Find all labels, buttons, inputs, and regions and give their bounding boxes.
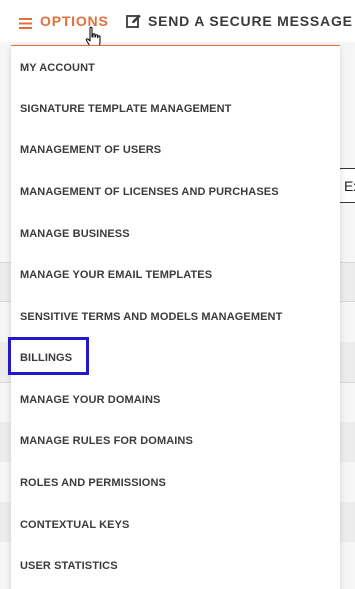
menu-item-management-of-licenses[interactable]: MANAGEMENT OF LICENSES AND PURCHASES [11, 177, 340, 207]
send-secure-message-button[interactable]: SEND A SECURE MESSAGE [126, 10, 353, 32]
send-secure-message-label: SEND A SECURE MESSAGE [148, 13, 353, 29]
edit-icon [126, 13, 142, 29]
menu-item-manage-email-templates[interactable]: MANAGE YOUR EMAIL TEMPLATES [11, 260, 340, 290]
top-bar: OPTIONS SEND A SECURE MESSAGE [0, 0, 355, 48]
menu-item-manage-domains[interactable]: MANAGE YOUR DOMAINS [11, 385, 340, 415]
menu-item-my-account[interactable]: MY ACCOUNT [11, 53, 340, 83]
menu-item-manage-rules-for-domains[interactable]: MANAGE RULES FOR DOMAINS [11, 426, 340, 456]
menu-item-billings[interactable]: BILLINGS [11, 343, 340, 373]
menu-item-roles-and-permissions[interactable]: ROLES AND PERMISSIONS [11, 468, 340, 498]
hamburger-menu-icon [19, 16, 32, 29]
menu-item-signature-template-management[interactable]: SIGNATURE TEMPLATE MANAGEMENT [11, 94, 340, 124]
menu-item-sensitive-terms[interactable]: SENSITIVE TERMS AND MODELS MANAGEMENT [11, 302, 340, 332]
app-page: Ex OPTIONS SEND A SECURE MESSAGE [0, 0, 355, 589]
background-search-input[interactable]: Ex [338, 168, 355, 203]
menu-item-user-statistics[interactable]: USER STATISTICS [11, 551, 340, 581]
options-dropdown-menu: MY ACCOUNT SIGNATURE TEMPLATE MANAGEMENT… [11, 45, 340, 589]
menu-item-contextual-keys[interactable]: CONTEXTUAL KEYS [11, 510, 340, 540]
menu-item-management-of-users[interactable]: MANAGEMENT OF USERS [11, 135, 340, 165]
menu-item-manage-business[interactable]: MANAGE BUSINESS [11, 219, 340, 249]
